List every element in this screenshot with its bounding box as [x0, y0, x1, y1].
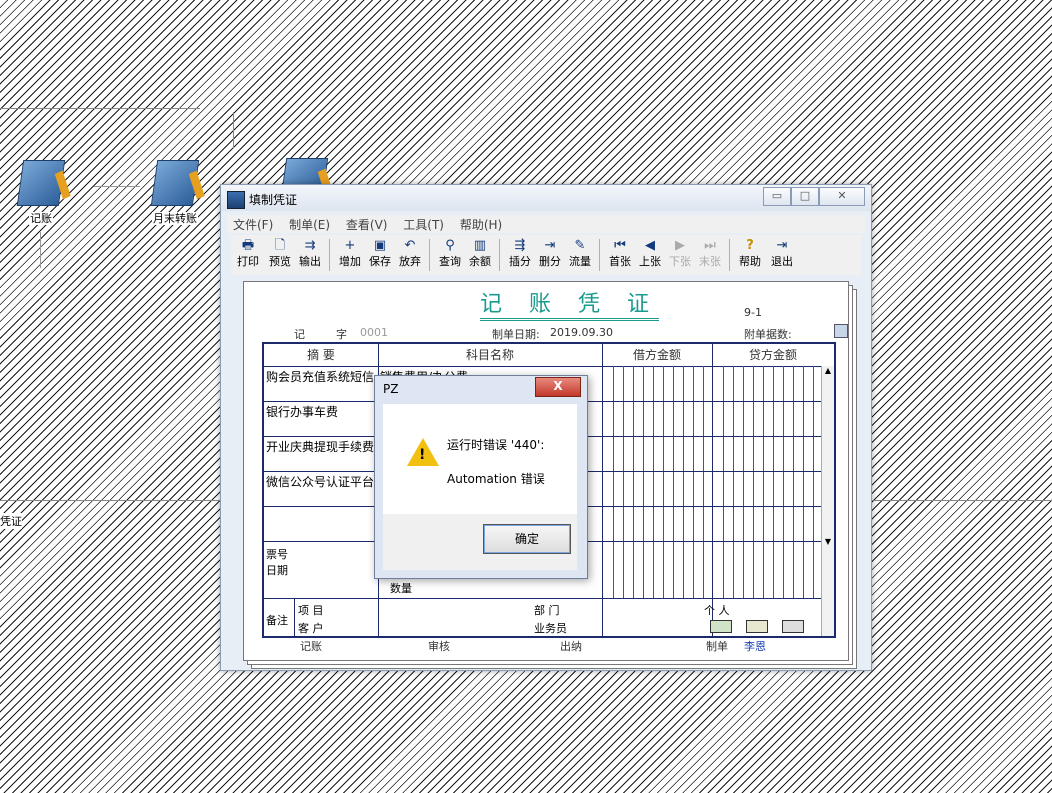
side-label: 凭证 [0, 513, 22, 529]
print-button[interactable]: 🖶 打印 [233, 237, 263, 273]
person-label: 个 人 [704, 604, 730, 617]
customer-label: 客 户 [298, 622, 324, 635]
entry-summary[interactable]: 银行办事车费 [266, 403, 338, 420]
window-title: 填制凭证 [249, 193, 298, 207]
first-button[interactable]: ⏮ 首张 [605, 237, 635, 273]
toolbar: 🖶 打印 🗋 预览 ⇉ 输出 + 增加 ▣ 保存 ↶ 放弃 ⚲ 查询 ▥ 余额 ⇶ 插分 ⇥ 删分 … [231, 235, 861, 275]
book-icon[interactable] [710, 620, 732, 633]
last-button[interactable]: ⏭ 末张 [695, 237, 725, 273]
delete-entry-button[interactable]: ⇥ 删分 [535, 237, 565, 273]
quantity-label: 数量 [390, 582, 412, 595]
bar-chart-icon: ▥ [473, 238, 487, 253]
exit-door-icon: ⇥ [776, 238, 788, 253]
date-small-label: 日期 [266, 564, 288, 577]
save-button[interactable]: ▣ 保存 [365, 237, 395, 273]
voucher-date[interactable]: 2019.09.30 [550, 326, 613, 339]
export-icon: ⇉ [304, 238, 316, 253]
window-titlebar[interactable]: 填制凭证 ▭ □ ✕ [221, 185, 871, 211]
menu-bar: 文件(F) 制单(E) 查看(V) 工具(T) 帮助(H) [227, 215, 865, 233]
auditor-label: 审核 [428, 640, 450, 653]
maker-name: 李恩 [744, 640, 766, 653]
month-end-transfer-icon [150, 160, 200, 206]
menu-tools[interactable]: 工具(T) [397, 215, 450, 234]
dialog-title: PZ [383, 382, 399, 396]
export-button[interactable]: ⇉ 输出 [295, 237, 325, 273]
help-icon: ? [746, 238, 754, 253]
menu-file[interactable]: 文件(F) [227, 215, 279, 234]
header-debit: 借方金额 [602, 344, 712, 367]
error-message: 运行时错误 '440': [447, 438, 545, 452]
ok-button[interactable]: 确定 [483, 524, 571, 554]
voucher-type[interactable]: 记 [294, 326, 305, 342]
desktop-icon-month-end[interactable]: 月末转账 [140, 160, 210, 226]
binoculars-icon: ⚲ [445, 238, 455, 253]
ledger-book-icon [16, 160, 66, 206]
preview-button[interactable]: 🗋 预览 [265, 237, 295, 273]
add-icon: + [344, 238, 356, 253]
attachments-button[interactable] [834, 324, 848, 338]
cashflow-button[interactable]: ✎ 流量 [565, 237, 595, 273]
add-button[interactable]: + 增加 [335, 237, 365, 273]
pencil-icon: ✎ [574, 238, 586, 253]
pencil-icon[interactable] [782, 620, 804, 633]
date-label: 制单日期: [492, 328, 540, 341]
desktop-icon-label: 记账 [29, 212, 53, 225]
menu-help[interactable]: 帮助(H) [454, 215, 508, 234]
app-icon [227, 191, 245, 209]
dialog-body: ! 运行时错误 '440': Automation 错误 [383, 404, 577, 514]
department-label: 部 门 [534, 604, 560, 617]
insert-entry-button[interactable]: ⇶ 插分 [505, 237, 535, 273]
entry-summary[interactable]: 微信公众号认证平台 [266, 473, 374, 490]
project-label: 项 目 [298, 604, 324, 617]
grid-scrollbar[interactable]: ▲ ▼ [821, 366, 834, 636]
note-label: 备注 [266, 614, 288, 627]
discard-button[interactable]: ↶ 放弃 [395, 237, 425, 273]
keyboard-icon[interactable] [746, 620, 768, 633]
dialog-footer: 确定 [383, 514, 577, 570]
attachments-label: 附单据数: [744, 328, 792, 341]
header-account: 科目名称 [378, 344, 602, 367]
bookkeeper-label: 记账 [300, 640, 322, 653]
close-button[interactable]: ✕ [819, 187, 865, 206]
prev-button[interactable]: ◀ 上张 [635, 237, 665, 273]
error-detail: Automation 错误 [447, 472, 545, 486]
menu-voucher[interactable]: 制单(E) [283, 215, 336, 234]
first-icon: ⏮ [614, 238, 626, 253]
entry-summary[interactable]: 开业庆典提现手续费 [266, 438, 374, 455]
salesman-label: 业务员 [534, 622, 567, 635]
voucher-title: 记 账 凭 证 [480, 286, 659, 321]
next-icon: ▶ [675, 238, 685, 253]
insert-row-icon: ⇶ [514, 238, 526, 253]
maximize-button[interactable]: □ [791, 187, 819, 206]
minimize-button[interactable]: ▭ [763, 187, 791, 206]
desktop-icon-bookkeeping[interactable]: 记账 [6, 160, 76, 226]
balance-button[interactable]: ▥ 余额 [465, 237, 495, 273]
prev-icon: ◀ [645, 238, 655, 253]
last-icon: ⏭ [704, 238, 716, 253]
error-dialog: PZ X ! 运行时错误 '440': Automation 错误 确定 [374, 375, 588, 579]
help-button[interactable]: ? 帮助 [735, 237, 765, 273]
query-button[interactable]: ⚲ 查询 [435, 237, 465, 273]
header-credit: 贷方金额 [712, 344, 834, 367]
save-icon: ▣ [373, 238, 387, 253]
cashier-label: 出纳 [560, 640, 582, 653]
preview-icon: 🗋 [274, 238, 286, 253]
delete-row-icon: ⇥ [544, 238, 556, 253]
exit-button[interactable]: ⇥ 退出 [767, 237, 797, 273]
entry-summary[interactable]: 购会员充值系统短信 [266, 368, 374, 385]
ticket-label: 票号 [266, 548, 288, 561]
printer-icon: 🖶 [241, 238, 255, 253]
desktop-icon-label: 月末转账 [152, 212, 198, 225]
undo-icon: ↶ [404, 238, 416, 253]
voucher-number[interactable]: 0001 [360, 326, 388, 339]
dialog-close-button[interactable]: X [535, 377, 581, 397]
menu-view[interactable]: 查看(V) [340, 215, 394, 234]
page-indicator: 9-1 [744, 306, 762, 319]
next-button[interactable]: ▶ 下张 [665, 237, 695, 273]
maker-label: 制单 [706, 640, 728, 653]
number-label: 字 [336, 328, 347, 341]
header-summary: 摘 要 [264, 344, 378, 367]
